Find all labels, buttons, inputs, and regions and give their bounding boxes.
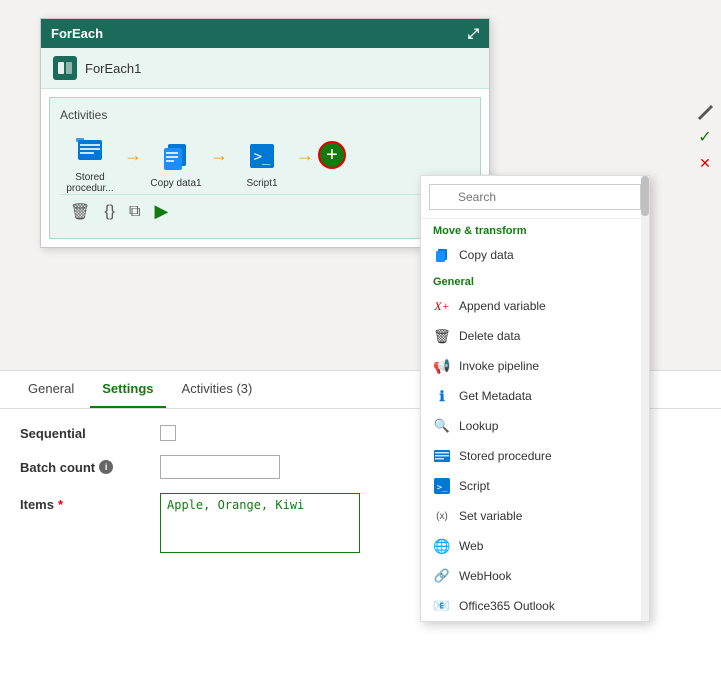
menu-item-set-variable-label: Set variable <box>459 509 522 523</box>
items-textarea[interactable]: Apple, Orange, Kiwi <box>160 493 360 553</box>
side-check-icon[interactable]: ✓ <box>694 126 716 148</box>
menu-item-copy-data[interactable]: Copy data <box>421 240 649 270</box>
arrow-3: → <box>296 145 314 166</box>
copy-data-label: Copy data1 <box>150 178 201 189</box>
menu-item-get-metadata-label: Get Metadata <box>459 389 532 403</box>
script-icon-box: >_ <box>244 138 280 174</box>
run-toolbar-icon[interactable]: ▶ <box>154 201 168 222</box>
copy-data-menu-icon <box>433 246 451 264</box>
script-icon-small: >_ <box>434 478 450 494</box>
add-activity-button[interactable]: + <box>318 141 346 169</box>
menu-item-stored-procedure[interactable]: Stored procedure <box>421 441 649 471</box>
sequential-checkbox[interactable] <box>160 425 176 441</box>
search-box: 🔍 <box>421 176 649 219</box>
menu-item-invoke-pipeline-label: Invoke pipeline <box>459 359 539 373</box>
menu-item-web-label: Web <box>459 539 483 553</box>
script-label: Script1 <box>246 178 277 189</box>
arrow-1: → <box>124 145 142 166</box>
menu-item-copy-data-label: Copy data <box>459 248 514 262</box>
batch-count-input[interactable] <box>160 455 280 479</box>
script-menu-icon: >_ <box>433 477 451 495</box>
side-edit-icon[interactable] <box>694 100 716 122</box>
stored-proc-label: Stored procedur... <box>60 172 120 194</box>
stored-procedure-icon <box>433 447 451 465</box>
menu-item-append-variable-label: Append variable <box>459 299 546 313</box>
activity-script[interactable]: >_ Script1 <box>232 138 292 189</box>
invoke-pipeline-icon: 📢 <box>433 357 451 375</box>
foreach-icon-svg <box>57 60 73 76</box>
section-general: General <box>421 270 649 291</box>
menu-item-set-variable[interactable]: (x) Set variable <box>421 501 649 531</box>
arrow-2: → <box>210 145 228 166</box>
menu-item-script[interactable]: >_ Script <box>421 471 649 501</box>
side-icons: ✓ ✕ <box>694 100 716 174</box>
stored-proc-icon-box <box>72 132 108 168</box>
menu-item-office365[interactable]: 📧 Office365 Outlook <box>421 591 649 621</box>
search-input[interactable] <box>429 184 641 210</box>
expand-icon[interactable]: ⤢ <box>468 25 479 42</box>
items-label: Items * <box>20 493 160 512</box>
copy-data-icon <box>160 140 192 172</box>
menu-item-webhook[interactable]: 🔗 WebHook <box>421 561 649 591</box>
section-move-transform: Move & transform <box>421 219 649 240</box>
copy-data-icon-box <box>158 138 194 174</box>
set-variable-icon: (x) <box>433 507 451 525</box>
tab-settings[interactable]: Settings <box>90 371 165 408</box>
svg-text:>_: >_ <box>254 149 271 165</box>
script-icon: >_ <box>246 140 278 172</box>
office365-icon: 📧 <box>433 597 451 615</box>
menu-item-lookup[interactable]: 🔍 Lookup <box>421 411 649 441</box>
tab-activities[interactable]: Activities (3) <box>170 371 265 408</box>
append-variable-icon: X+ <box>433 297 451 315</box>
stored-proc-icon <box>74 134 106 166</box>
delete-toolbar-icon[interactable]: 🗑 <box>70 202 90 222</box>
delete-data-icon: 🗑 <box>433 327 451 345</box>
code-toolbar-icon[interactable]: {} <box>104 203 115 221</box>
menu-item-office365-label: Office365 Outlook <box>459 599 555 613</box>
activity-dropdown-menu: 🔍 Move & transform Copy data General X+ … <box>420 175 650 622</box>
stored-proc-icon-small <box>434 450 450 462</box>
batch-count-info-icon[interactable]: i <box>99 460 113 474</box>
foreach-icon-box <box>53 56 77 80</box>
menu-item-stored-procedure-label: Stored procedure <box>459 449 552 463</box>
tab-general[interactable]: General <box>16 371 86 408</box>
webhook-icon: 🔗 <box>433 567 451 585</box>
search-wrapper: 🔍 <box>429 184 641 210</box>
menu-item-invoke-pipeline[interactable]: 📢 Invoke pipeline <box>421 351 649 381</box>
foreach-title: ForEach <box>51 26 103 41</box>
copy-data-icon-small <box>434 247 450 263</box>
web-icon: 🌐 <box>433 537 451 555</box>
foreach-instance-name: ForEach1 <box>85 61 141 76</box>
menu-item-webhook-label: WebHook <box>459 569 511 583</box>
menu-item-delete-data-label: Delete data <box>459 329 520 343</box>
menu-item-lookup-label: Lookup <box>459 419 498 433</box>
dropdown-scrollbar[interactable] <box>641 176 649 621</box>
activities-area: Activities Stored procedur... → <box>49 97 481 239</box>
dropdown-scrollbar-thumb <box>641 176 649 216</box>
foreach-subheader: ForEach1 <box>41 48 489 89</box>
menu-item-delete-data[interactable]: 🗑 Delete data <box>421 321 649 351</box>
activity-copy-data[interactable]: Copy data1 <box>146 138 206 189</box>
activity-stored-proc[interactable]: Stored procedur... <box>60 132 120 194</box>
svg-text:>_: >_ <box>437 483 448 493</box>
activity-toolbar: 🗑 {} ⧉ ▶ <box>60 194 470 228</box>
side-close-icon[interactable]: ✕ <box>694 152 716 174</box>
activities-label: Activities <box>60 108 470 122</box>
menu-item-script-label: Script <box>459 479 490 493</box>
activity-flow: Stored procedur... → Copy data1 → <box>60 132 470 194</box>
get-metadata-icon: ℹ <box>433 387 451 405</box>
menu-item-get-metadata[interactable]: ℹ Get Metadata <box>421 381 649 411</box>
edit-icon <box>696 102 714 120</box>
copy-toolbar-icon[interactable]: ⧉ <box>129 203 140 221</box>
menu-item-append-variable[interactable]: X+ Append variable <box>421 291 649 321</box>
batch-count-label: Batch count i <box>20 460 160 475</box>
sequential-label: Sequential <box>20 426 160 441</box>
lookup-icon: 🔍 <box>433 417 451 435</box>
items-required-star: * <box>58 497 63 512</box>
foreach-titlebar: ForEach ⤢ <box>41 19 489 48</box>
menu-item-web[interactable]: 🌐 Web <box>421 531 649 561</box>
add-activity-container: + <box>318 141 346 169</box>
